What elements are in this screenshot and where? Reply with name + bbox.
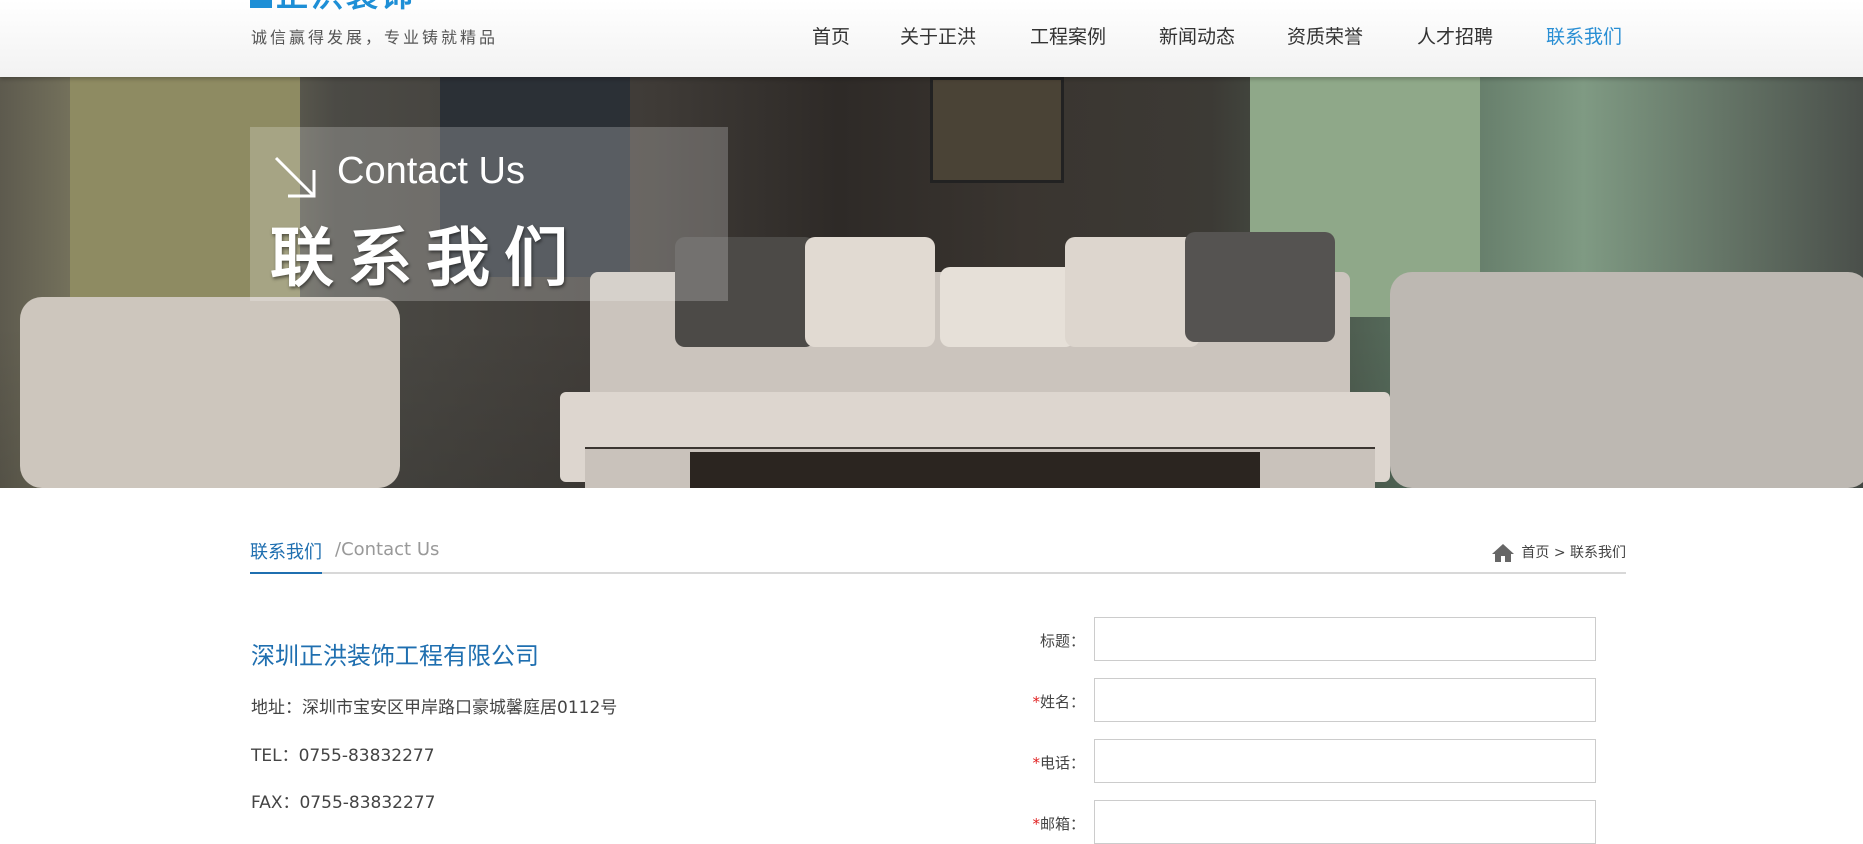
name-input[interactable]: [1094, 678, 1596, 722]
company-name: 深圳正洪装饰工程有限公司: [251, 642, 539, 670]
banner-coffee-table: [690, 452, 1260, 488]
breadcrumb-current: 联系我们: [1570, 545, 1626, 561]
banner-armchair-left: [20, 297, 400, 488]
banner-pillow: [1065, 237, 1200, 347]
form-label-name: *姓名：: [1032, 693, 1085, 711]
nav-item-about[interactable]: 关于正洪: [900, 22, 976, 49]
slogan: 诚信赢得发展，专业铸就精品: [251, 28, 499, 47]
form-label-title: 标题：: [1039, 632, 1085, 650]
section-header: 联系我们 /Contact Us 首页 > 联系我们: [250, 538, 1626, 574]
breadcrumb: 首页 > 联系我们: [1491, 542, 1626, 563]
breadcrumb-separator: >: [1553, 545, 1566, 561]
contact-address: 地址：深圳市宝安区甲岸路口豪城馨庭居0112号: [251, 698, 618, 718]
site-header: 正洪装饰 诚信赢得发展，专业铸就精品 首页 关于正洪 工程案例 新闻动态 资质荣…: [0, 0, 1863, 77]
nav-item-jobs[interactable]: 人才招聘: [1417, 22, 1493, 49]
form-label-phone: *电话：: [1032, 754, 1085, 772]
hero-banner: Contact Us 联系我们: [0, 77, 1863, 488]
nav-item-home[interactable]: 首页: [812, 22, 850, 49]
arrow-down-right-icon: [274, 156, 316, 198]
nav-item-honors[interactable]: 资质荣誉: [1287, 22, 1363, 49]
section-title-cn: 联系我们: [250, 538, 322, 574]
email-input[interactable]: [1094, 800, 1596, 844]
banner-pillow: [940, 267, 1075, 347]
nav-item-news[interactable]: 新闻动态: [1159, 22, 1235, 49]
banner-caption-cn: 联系我们: [270, 222, 582, 296]
home-icon: [1492, 544, 1515, 562]
banner-pillow: [805, 237, 935, 347]
nav-item-contact[interactable]: 联系我们: [1546, 22, 1622, 49]
banner-wall-art: [930, 77, 1064, 183]
contact-fax: FAX：0755-83832277: [251, 793, 436, 813]
breadcrumb-home-link[interactable]: 首页: [1521, 545, 1549, 561]
logo-mark-icon[interactable]: [250, 0, 272, 8]
title-input[interactable]: [1094, 617, 1596, 661]
section-title-en: /Contact Us: [335, 539, 440, 560]
phone-input[interactable]: [1094, 739, 1596, 783]
banner-caption-en: Contact Us: [337, 150, 525, 192]
banner-pillow: [1185, 232, 1335, 342]
form-label-email: *邮箱：: [1032, 815, 1085, 833]
logo-text[interactable]: 正洪装饰: [276, 0, 416, 12]
nav-item-cases[interactable]: 工程案例: [1030, 22, 1106, 49]
contact-tel: TEL：0755-83832277: [251, 746, 435, 766]
banner-armchair-right: [1390, 272, 1863, 488]
